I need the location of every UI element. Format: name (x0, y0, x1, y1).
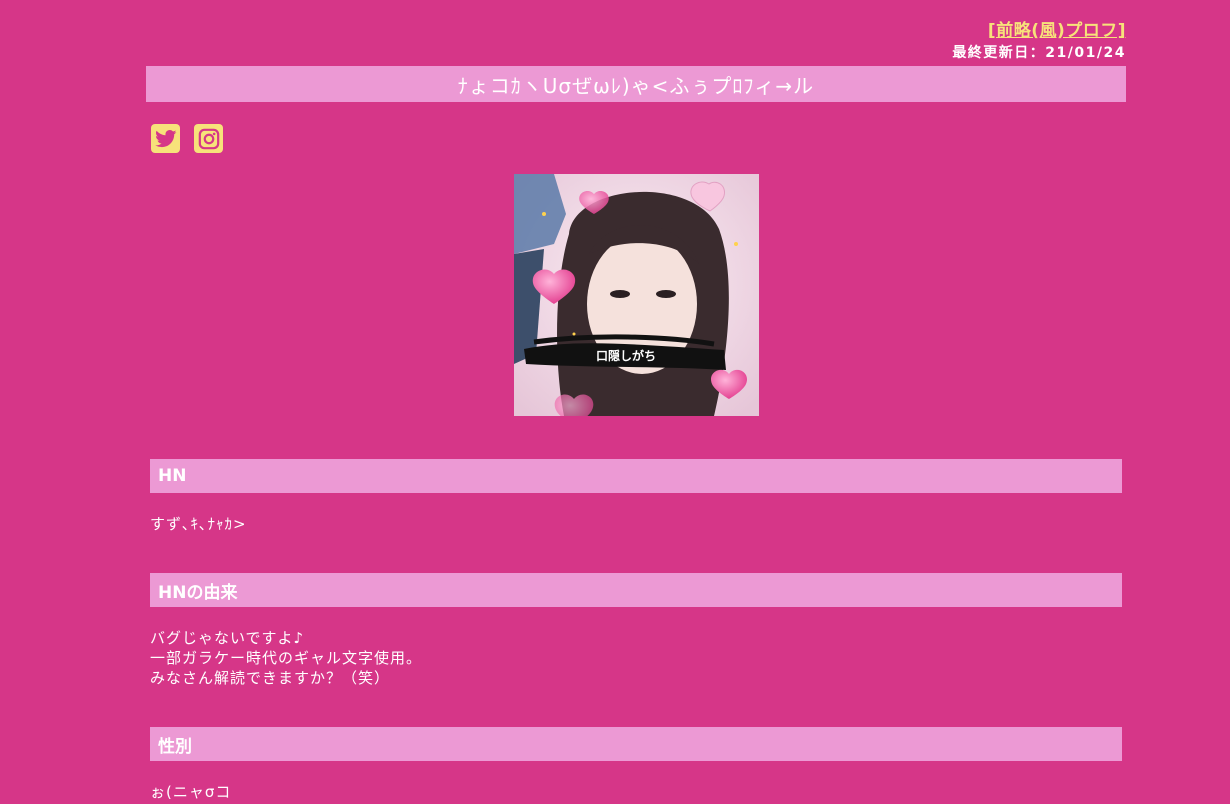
section-heading-hn: HN (150, 459, 1122, 493)
section-line: すず､ｷ､ﾅｬｶ> (150, 515, 247, 533)
section-heading-label: HN (158, 466, 187, 486)
section-line: ぉ(ニャσコ (150, 783, 232, 801)
section-line: バグじゃないですよ♪ (150, 629, 305, 647)
section-heading-label: 性別 (158, 736, 192, 757)
section-line: 一部ガラケー時代のギャル文字使用。 (150, 649, 423, 667)
photo-caption: 口隠しがち (596, 349, 657, 363)
section-line: みなさん解読できますか？（笑） (150, 669, 391, 687)
twitter-icon[interactable] (151, 124, 180, 153)
page-title: ﾅょコｶヽUσぜωﾚ)ゃ<ふぅプﾛﾌィ→ル (457, 73, 815, 98)
section-heading-gender: 性別 (150, 727, 1122, 761)
instagram-icon[interactable] (194, 124, 223, 153)
section-heading-hn-origin: HNの由来 (150, 573, 1122, 607)
last-updated-date: 最終更新日：21/01/24 (952, 45, 1126, 61)
section-body-gender: ぉ(ニャσコ (150, 782, 231, 802)
profile-page: [前略(風)プロフ] 最終更新日：21/01/24 ﾅょコｶヽUσぜωﾚ)ゃ<ふ… (0, 0, 1230, 804)
page-title-bar: ﾅょコｶヽUσぜωﾚ)ゃ<ふぅプﾛﾌィ→ル (146, 66, 1126, 102)
section-heading-label: HNの由来 (158, 582, 238, 603)
section-body-hn: すず､ｷ､ﾅｬｶ> (150, 514, 247, 534)
social-links (151, 124, 223, 153)
section-body-hn-origin: バグじゃないですよ♪ 一部ガラケー時代のギャル文字使用。 みなさん解読できますか… (150, 628, 422, 688)
profile-top-link[interactable]: [前略(風)プロフ] (988, 16, 1126, 41)
profile-photo: 口隠しがち (514, 174, 759, 416)
